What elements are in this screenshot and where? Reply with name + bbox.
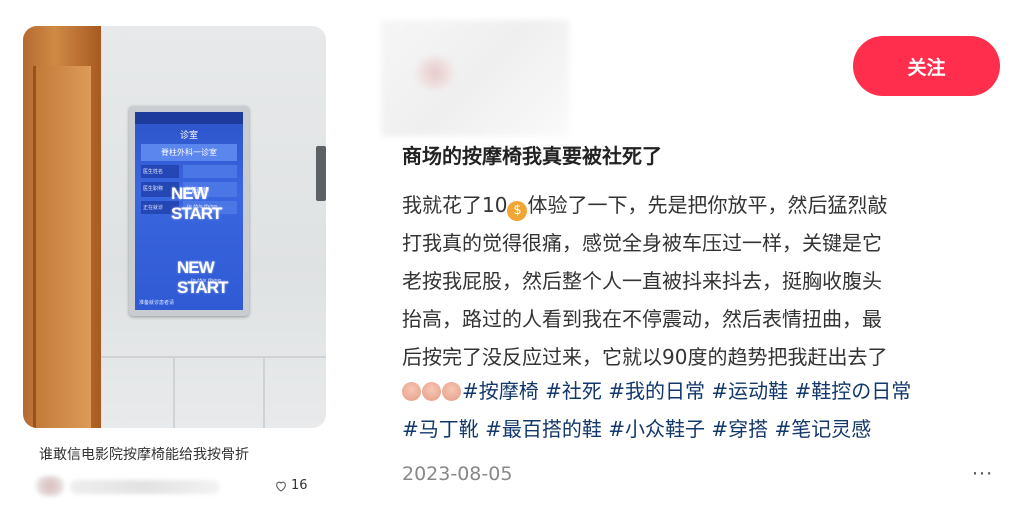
screen-dept-label: 脊柱外科一诊室 [141,144,237,161]
emoji-face-icon [402,382,421,401]
door-frame [23,26,101,428]
like-count: 16 [291,478,308,493]
heart-outline-icon [276,481,286,492]
hashtag-link[interactable]: #马丁靴 [402,417,479,441]
hashtag-link[interactable]: #按摩椅 [462,379,539,403]
note-card-author[interactable]: 16 [30,472,325,502]
body-text: 后按完了没反应过来，它就以90度的趋势把我赶出去了 [402,345,888,369]
body-text: 我就花了10 [402,193,508,217]
body-text: 体验了一下，先是把你放平，然后猛烈敲 [527,193,888,217]
post-body: 我就花了10 $ 体验了一下，先是把你放平，然后猛烈敲 打我真的觉得很痛，感觉全身被… [402,186,1002,376]
post-date: 2023-08-05 [402,463,513,485]
body-text: 抬高，路过的人看到我在不停震动，然后表情扭曲，最 [402,307,882,331]
follow-button[interactable]: 关注 [853,36,1000,96]
hashtag-link[interactable]: #小众鞋子 [608,417,705,441]
hashtag-link[interactable]: #我的日常 [608,379,705,403]
money-bag-icon: $ [507,201,528,221]
screen-row-value [183,165,237,178]
post-title: 商场的按摩椅我真要被社死了 [402,144,662,168]
hashtag-link[interactable]: #社死 [545,379,602,403]
emoji-face-icon [442,382,461,401]
author-header-blurred[interactable] [381,20,569,136]
avatar [36,476,64,496]
watermark-sub: In this thing [187,204,217,210]
watermark-sub: In this thing [191,278,221,284]
like-button[interactable]: 16 [274,478,308,493]
hashtag-link[interactable]: #运动鞋 [711,379,788,403]
screen-footer: 准备就诊患者请 [139,300,175,306]
more-options-icon[interactable]: ··· [972,463,993,485]
screen-room-label: 诊室 [179,131,198,141]
post-tags: #按摩椅 #社死 #我的日常 #运动鞋 #鞋控の日常 #马丁靴 #最百搭的鞋 #… [402,372,1002,448]
wall-mount [316,146,326,201]
author-name-blurred [70,480,220,494]
emoji-face-icon [422,382,441,401]
body-text: 老按我屁股，然后整个人一直被抖来抖去，挺胸收腹头 [402,269,882,293]
note-card-image[interactable]: 诊室 脊柱外科一诊室 医生姓名 医生职称 主任医师 正在就诊 准备就诊患者请 N… [23,26,326,428]
body-text: 打我真的觉得很痛，感觉全身被车压过一样，关键是它 [402,231,882,255]
screen-row-key: 医生姓名 [141,165,179,178]
hashtag-link[interactable]: #最百搭的鞋 [485,417,602,441]
hashtag-link[interactable]: #笔记灵感 [775,417,872,441]
hashtag-link[interactable]: #鞋控の日常 [795,379,912,403]
hashtag-link[interactable]: #穿搭 [711,417,768,441]
note-card-title[interactable]: 谁敢信电影院按摩椅能给我按骨折 [39,444,249,464]
clinic-display: 诊室 脊柱外科一诊室 医生姓名 医生职称 主任医师 正在就诊 准备就诊患者请 N… [129,106,249,316]
